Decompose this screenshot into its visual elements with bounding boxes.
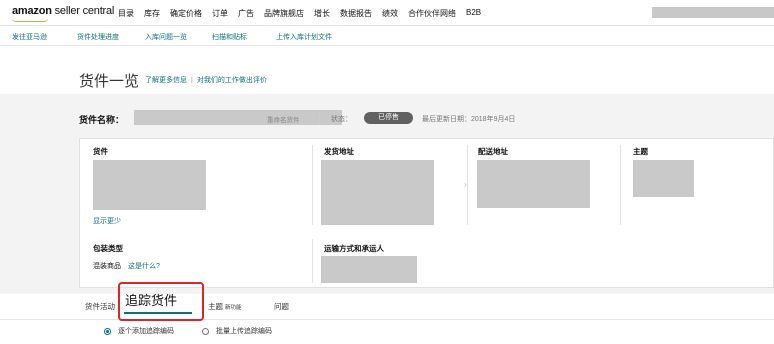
menu-catalog[interactable]: 目录: [118, 8, 134, 19]
radio-bulk-label: 批量上传追踪编码: [216, 328, 272, 335]
subnav-send-to-amazon[interactable]: 发往亚马逊: [12, 32, 47, 42]
radio-selected-icon[interactable]: [104, 327, 111, 335]
divider: [319, 112, 320, 124]
rename-shipment-link[interactable]: 重命名货件: [267, 114, 300, 124]
menu-pricing[interactable]: 确定价格: [170, 8, 202, 19]
logo-smile-icon: [12, 18, 48, 22]
menu-inventory[interactable]: 库存: [144, 8, 160, 19]
main-menu: 目录 库存 确定价格 订单 广告 品牌旗舰店 增长 数据报告 绩效 合作伙伴网络…: [118, 8, 491, 19]
page-links: 了解更多信息 | 对我们的工作做出评价: [145, 75, 267, 85]
radio-one-by-one[interactable]: 逐个添加追踪编码: [104, 326, 174, 336]
column-divider: [312, 145, 313, 225]
status-label: 状态：: [331, 116, 352, 123]
rate-link[interactable]: 对我们的工作做出评价: [197, 77, 267, 84]
search-input[interactable]: [652, 7, 774, 18]
shipping-method-redacted: [321, 256, 417, 283]
ship-from-redacted: [321, 160, 434, 225]
top-nav: amazon seller central 目录 库存 确定价格 订单 广告 品…: [0, 0, 774, 26]
tab-theme-label: 主题: [208, 302, 223, 311]
radio-bulk-upload[interactable]: 批量上传追踪编码: [202, 326, 272, 336]
menu-reports[interactable]: 数据报告: [340, 8, 372, 19]
shipping-method-heading: 运输方式和承运人: [324, 244, 384, 253]
link-separator: |: [191, 77, 193, 84]
menu-growth[interactable]: 增长: [314, 8, 330, 19]
show-less-link[interactable]: 显示更少: [93, 216, 121, 226]
learn-more-link[interactable]: 了解更多信息: [145, 77, 187, 84]
menu-performance[interactable]: 绩效: [382, 8, 398, 19]
menu-orders[interactable]: 订单: [212, 8, 228, 19]
subnav-upload-plan[interactable]: 上传入库计划文件: [276, 32, 332, 42]
shipment-name-redacted: [134, 110, 342, 125]
column-divider: [467, 145, 468, 225]
packaging-type-heading: 包装类型: [93, 244, 123, 253]
theme-redacted: [633, 160, 694, 197]
menu-partner-network[interactable]: 合作伙伴网络: [408, 8, 456, 19]
col-shipment-heading: 货件: [93, 147, 108, 156]
radio-one-by-one-label: 逐个添加追踪编码: [118, 328, 174, 335]
tab-issues[interactable]: 问题: [274, 301, 289, 312]
shipment-name-label: 货件名称：: [79, 115, 125, 125]
tab-shipment-activity[interactable]: 货件活动: [85, 301, 115, 312]
what-is-this-link[interactable]: 这是什么?: [128, 261, 160, 271]
amazon-seller-central-logo[interactable]: amazon seller central: [12, 5, 115, 22]
shipment-name-row: 货件名称： 重命名货件 状态： 已停售 最后更新日期：2018年9月4日: [79, 110, 774, 126]
subnav-inbound-problems[interactable]: 入库问题一览: [145, 32, 187, 42]
menu-stores[interactable]: 品牌旗舰店: [264, 8, 304, 19]
shipment-details-card: 货件 显示更少 发货地址 › 配送地址 主题 包装类型 混装商品 这是什么? 运…: [79, 138, 774, 288]
page-title: 货件一览: [79, 73, 140, 90]
packaging-type-value: 混装商品: [93, 263, 121, 270]
logo-suffix: seller central: [51, 5, 115, 17]
menu-b2b[interactable]: B2B: [466, 8, 481, 19]
column-divider: [620, 145, 621, 225]
subnav-shipping-queue[interactable]: 货件处理进度: [77, 32, 119, 42]
tab-theme[interactable]: 主题 新功能: [208, 301, 242, 312]
tab-bar: [0, 294, 774, 320]
highlight-annotation: [118, 282, 204, 321]
col-ship-to-heading: 配送地址: [478, 147, 508, 156]
col-theme-heading: 主题: [633, 147, 648, 156]
chevron-right-icon: ›: [464, 180, 467, 189]
last-updated: 最后更新日期：2018年9月4日: [422, 116, 516, 123]
status-badge: 已停售: [364, 112, 413, 124]
subnav-scan-label[interactable]: 扫描和贴标: [212, 32, 247, 42]
column-divider: [312, 239, 313, 283]
ship-to-redacted: [477, 160, 590, 208]
radio-unselected-icon[interactable]: [202, 327, 209, 335]
col-ship-from-heading: 发货地址: [324, 147, 354, 156]
shipment-info-redacted: [93, 160, 206, 210]
sub-nav: 发往亚马逊 货件处理进度 入库问题一览 扫描和贴标 上传入库计划文件: [0, 27, 774, 46]
new-feature-badge: 新功能: [225, 305, 242, 311]
logo-brand: amazon: [12, 5, 52, 17]
menu-advertising[interactable]: 广告: [238, 8, 254, 19]
